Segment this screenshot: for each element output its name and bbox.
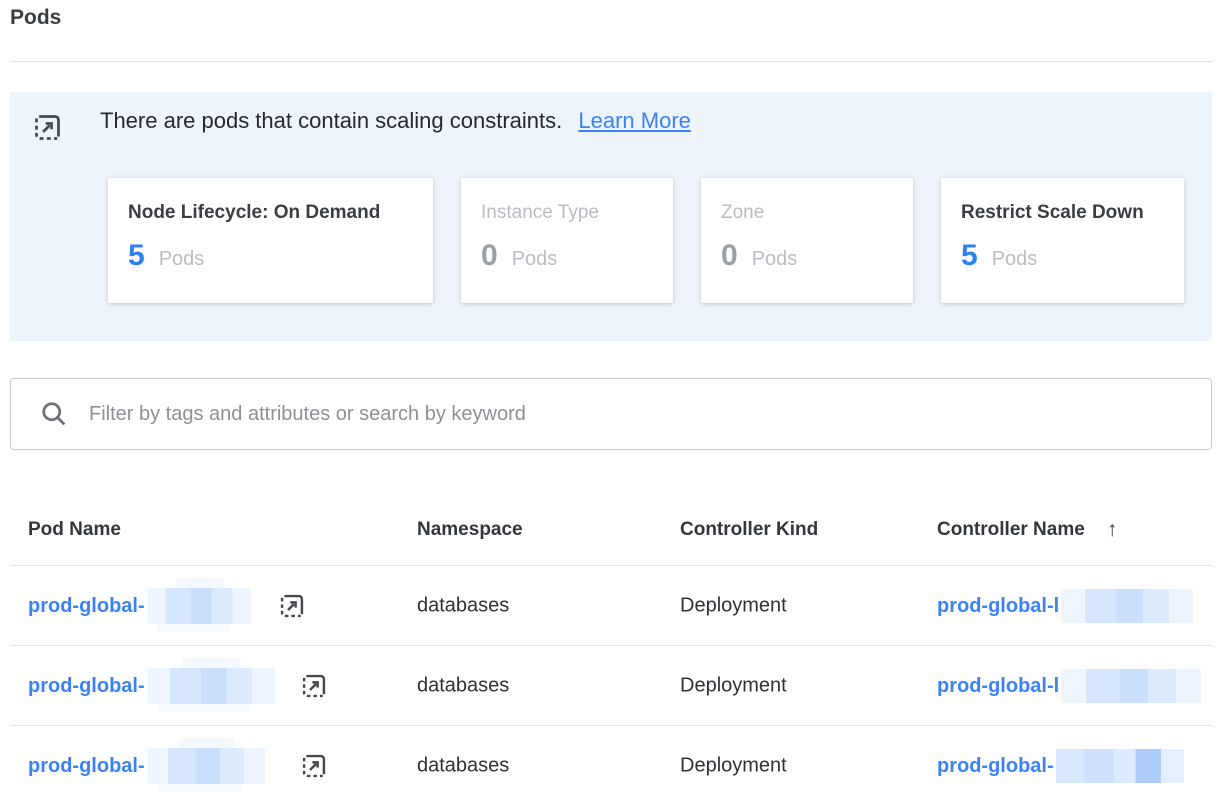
pod-name-link[interactable]: prod-global- xyxy=(28,675,145,698)
column-header-pod-name[interactable]: Pod Name xyxy=(28,519,121,541)
card-title: Node Lifecycle: On Demand xyxy=(128,202,413,224)
scale-out-icon xyxy=(32,112,63,143)
table-row: prod-global- databases Deployment prod-g… xyxy=(10,565,1212,646)
learn-more-link[interactable]: Learn More xyxy=(578,108,691,133)
constraint-cards: Node Lifecycle: On Demand 5 Pods Instanc… xyxy=(108,178,1184,303)
banner-message-line: There are pods that contain scaling cons… xyxy=(100,108,691,134)
card-count-value: 0 xyxy=(721,239,738,273)
pod-name-cell: prod-global- xyxy=(28,668,275,704)
controller-name-cell: prod-global- xyxy=(937,749,1184,783)
card-count-unit: Pods xyxy=(992,248,1038,271)
constraint-card-instance-type[interactable]: Instance Type 0 Pods xyxy=(461,178,673,303)
namespace-cell: databases xyxy=(417,595,509,618)
constraint-card-zone[interactable]: Zone 0 Pods xyxy=(701,178,913,303)
redacted-text xyxy=(147,748,265,784)
scale-out-icon[interactable] xyxy=(300,752,328,780)
constraint-card-restrict-scale-down[interactable]: Restrict Scale Down 5 Pods xyxy=(941,178,1184,303)
pod-name-link[interactable]: prod-global- xyxy=(28,595,145,618)
controller-name-link[interactable]: prod-global-l xyxy=(937,595,1059,618)
card-count-unit: Pods xyxy=(752,248,798,271)
column-header-controller-kind[interactable]: Controller Kind xyxy=(680,519,818,541)
controller-kind-cell: Deployment xyxy=(680,675,787,698)
controller-name-cell: prod-global-l xyxy=(937,669,1201,703)
controller-name-link[interactable]: prod-global- xyxy=(937,755,1054,778)
filter-bar xyxy=(10,378,1212,450)
controller-kind-cell: Deployment xyxy=(680,595,787,618)
controller-name-link[interactable]: prod-global-l xyxy=(937,675,1059,698)
column-header-namespace[interactable]: Namespace xyxy=(417,519,523,541)
search-icon xyxy=(39,399,69,429)
redacted-text xyxy=(147,588,251,624)
card-title: Restrict Scale Down xyxy=(961,202,1164,224)
card-count-value: 0 xyxy=(481,239,498,273)
redacted-text xyxy=(1061,589,1193,623)
card-count-value: 5 xyxy=(128,239,145,273)
card-title: Zone xyxy=(721,202,893,224)
controller-kind-cell: Deployment xyxy=(680,755,787,778)
title-divider xyxy=(10,61,1212,62)
pods-page: Pods There are pods that contain scaling… xyxy=(0,0,1222,804)
page-title: Pods xyxy=(10,6,61,30)
card-count: 5 Pods xyxy=(128,239,413,273)
redacted-text xyxy=(147,668,275,704)
card-count-value: 5 xyxy=(961,239,978,273)
table-row: prod-global- databases Deployment prod-g… xyxy=(10,725,1212,804)
card-count: 0 Pods xyxy=(721,239,893,273)
pod-name-cell: prod-global- xyxy=(28,588,251,624)
namespace-cell: databases xyxy=(417,755,509,778)
arrow-up-icon[interactable]: ↑ xyxy=(1107,518,1118,542)
scaling-constraints-banner: There are pods that contain scaling cons… xyxy=(10,92,1212,341)
search-input[interactable] xyxy=(87,402,1191,427)
table-header: Pod Name Namespace Controller Kind Contr… xyxy=(10,505,1212,555)
banner-message: There are pods that contain scaling cons… xyxy=(100,108,562,133)
controller-name-cell: prod-global-l xyxy=(937,589,1193,623)
redacted-text xyxy=(1061,669,1201,703)
redacted-text xyxy=(1056,749,1184,783)
constraint-card-node-lifecycle[interactable]: Node Lifecycle: On Demand 5 Pods xyxy=(108,178,433,303)
column-header-controller-name[interactable]: Controller Name ↑ xyxy=(937,518,1117,542)
card-count: 0 Pods xyxy=(481,239,653,273)
namespace-cell: databases xyxy=(417,675,509,698)
card-count: 5 Pods xyxy=(961,239,1164,273)
pod-name-link[interactable]: prod-global- xyxy=(28,755,145,778)
pod-name-cell: prod-global- xyxy=(28,748,265,784)
card-title: Instance Type xyxy=(481,202,653,224)
scale-out-icon[interactable] xyxy=(278,592,306,620)
column-header-label: Controller Name xyxy=(937,519,1085,541)
card-count-unit: Pods xyxy=(159,248,205,271)
card-count-unit: Pods xyxy=(512,248,558,271)
table-row: prod-global- databases Deployment prod-g… xyxy=(10,645,1212,726)
scale-out-icon[interactable] xyxy=(300,672,328,700)
